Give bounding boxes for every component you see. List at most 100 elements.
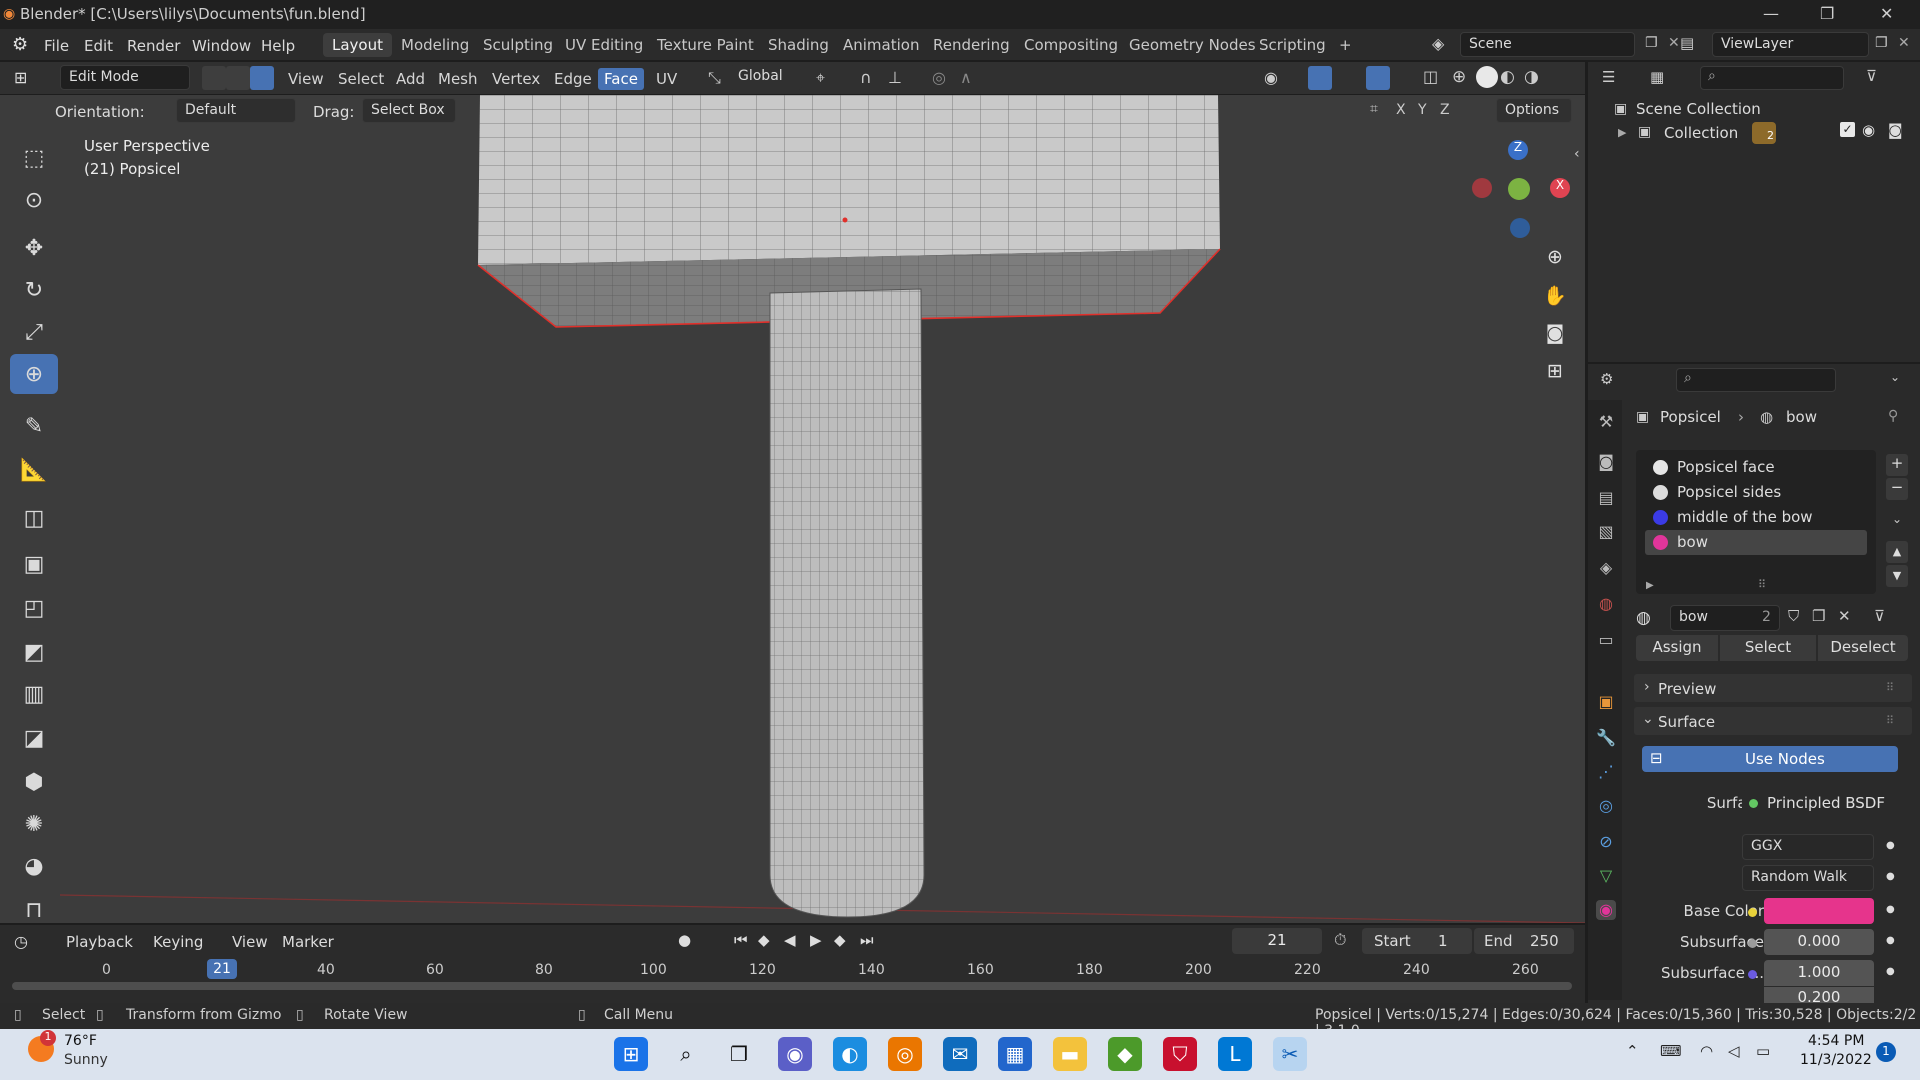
browse-material-icon[interactable]: ◍	[1636, 608, 1651, 628]
menu-add[interactable]: Add	[390, 68, 431, 90]
menu-keying[interactable]: Keying	[153, 933, 203, 951]
perspective-grid-icon[interactable]: ⊞	[1538, 354, 1572, 388]
menu-vertex[interactable]: Vertex	[486, 68, 546, 90]
overlay-toggle-icon[interactable]	[1366, 66, 1390, 90]
extrude-tool-icon[interactable]: ▣	[10, 544, 58, 584]
chevron-down-icon[interactable]: ⌄	[1890, 370, 1900, 384]
scene-field[interactable]: Scene	[1460, 32, 1635, 57]
cursor-tool-icon[interactable]: ⊙	[10, 180, 58, 220]
rotate-tool-icon[interactable]: ↻	[10, 270, 58, 310]
xray-icon[interactable]: ◫	[1423, 67, 1438, 86]
constraints-tab-icon[interactable]: ⊘	[1596, 832, 1616, 852]
menu-edge[interactable]: Edge	[548, 68, 598, 90]
falloff-icon[interactable]: ∧	[960, 68, 972, 87]
timeline-scrollbar[interactable]	[12, 982, 1572, 990]
close-button[interactable]: ✕	[1880, 4, 1893, 23]
collection-label[interactable]: Collection	[1664, 124, 1738, 142]
gizmo-z-icon[interactable]: Z	[1508, 140, 1528, 160]
clock-date[interactable]: 11/3/2022	[1800, 1052, 1872, 1068]
move-slot-down-button[interactable]: ▼	[1886, 565, 1908, 587]
wireframe-shading-icon[interactable]: ⊕	[1452, 67, 1466, 87]
remove-slot-button[interactable]: −	[1886, 478, 1908, 500]
close-icon[interactable]: ✕	[1668, 35, 1680, 51]
start-menu-icon[interactable]: ⊞	[614, 1037, 648, 1071]
minimize-button[interactable]: —	[1763, 4, 1779, 23]
material-slot[interactable]: bow	[1645, 530, 1867, 555]
data-tab-icon[interactable]: ▽	[1596, 866, 1616, 886]
outliner-editor-icon[interactable]: ☰	[1602, 68, 1615, 86]
axis-z-toggle[interactable]: Z	[1440, 102, 1450, 118]
bevel-tool-icon[interactable]: ◩	[10, 632, 58, 672]
physics-tab-icon[interactable]: ◎	[1596, 796, 1616, 816]
menu-help[interactable]: Help	[261, 37, 295, 55]
menu-uv[interactable]: UV	[650, 68, 683, 90]
gizmo-neg-z-icon[interactable]	[1510, 218, 1530, 238]
expand-arrow-icon[interactable]: ▶	[1618, 126, 1626, 139]
snap-target-icon[interactable]: ⊥	[888, 68, 902, 87]
material-slot[interactable]: middle of the bow	[1645, 505, 1867, 530]
add-workspace-button[interactable]: +	[1330, 33, 1361, 57]
notification-badge[interactable]: 1	[1876, 1042, 1896, 1062]
properties-editor-icon[interactable]: ⚙	[1600, 370, 1613, 388]
viewlayer-icon[interactable]: ▤	[1680, 34, 1694, 52]
camera-icon[interactable]: ◙	[1538, 316, 1572, 350]
exclude-checkbox[interactable]: ✓	[1840, 122, 1855, 137]
gizmo-neg-x-icon[interactable]	[1472, 178, 1492, 198]
visibility-icon[interactable]: ◉	[1264, 68, 1278, 87]
maximize-button[interactable]: ❐	[1820, 4, 1834, 23]
transform-orientation-icon[interactable]: ⤡	[708, 68, 721, 88]
menu-face[interactable]: Face	[598, 68, 644, 90]
play-icon[interactable]: ▶	[810, 931, 822, 949]
tab-texture-paint[interactable]: Texture Paint	[648, 33, 763, 57]
rendered-shading-icon[interactable]: ◑	[1524, 67, 1539, 87]
minecraft-icon[interactable]: ◆	[1108, 1037, 1142, 1071]
tab-shading[interactable]: Shading	[759, 33, 838, 57]
axis-y-toggle[interactable]: Y	[1418, 102, 1427, 118]
keyframe-dot-icon[interactable]: ●	[1886, 840, 1895, 851]
keyframe-dot-icon[interactable]: ●	[1886, 904, 1895, 915]
edge-browser-icon[interactable]: ◐	[833, 1037, 867, 1071]
solid-shading-icon[interactable]	[1476, 66, 1498, 88]
menu-timeline-view[interactable]: View	[232, 933, 268, 951]
axis-x-toggle[interactable]: X	[1396, 102, 1406, 118]
tab-layout[interactable]: Layout	[323, 33, 392, 57]
l-app-icon[interactable]: L	[1218, 1037, 1252, 1071]
tab-modeling[interactable]: Modeling	[392, 33, 478, 57]
file-explorer-icon[interactable]: ▬	[1053, 1037, 1087, 1071]
face-select-icon[interactable]	[250, 66, 274, 90]
select-box-tool-icon[interactable]: ⬚	[10, 138, 58, 178]
display-mode-icon[interactable]: ▦	[1650, 68, 1664, 86]
slot-expand-icon[interactable]: ▶	[1646, 580, 1654, 591]
clock-time[interactable]: 4:54 PM	[1808, 1033, 1864, 1049]
tray-overflow-icon[interactable]: ⌃	[1626, 1042, 1639, 1060]
outliner-search-input[interactable]	[1700, 66, 1844, 90]
menu-mesh[interactable]: Mesh	[432, 68, 484, 90]
menu-view[interactable]: View	[282, 68, 330, 90]
tab-scripting[interactable]: Scripting	[1250, 33, 1335, 57]
pan-hand-icon[interactable]: ✋	[1538, 278, 1572, 312]
world-tab-icon[interactable]: ◍	[1596, 594, 1616, 614]
annotate-tool-icon[interactable]: ✎	[10, 406, 58, 446]
drag-handle-icon[interactable]: ⠿	[1886, 681, 1894, 694]
particles-tab-icon[interactable]: ⋰	[1596, 762, 1616, 782]
view-layer-tab-icon[interactable]: ▧	[1596, 522, 1616, 542]
tab-geometry-nodes[interactable]: Geometry Nodes	[1120, 33, 1265, 57]
scene-tab-icon[interactable]: ◈	[1596, 558, 1616, 578]
snipping-tool-icon[interactable]: ✂	[1273, 1037, 1307, 1071]
add-slot-button[interactable]: +	[1886, 454, 1908, 476]
assign-button[interactable]: Assign	[1636, 635, 1718, 661]
scene-icon[interactable]: ◈	[1432, 34, 1444, 53]
gizmo-y-icon[interactable]	[1508, 178, 1530, 200]
volume-icon[interactable]: ◁	[1728, 1042, 1740, 1060]
copy-icon[interactable]: ❐	[1645, 35, 1658, 51]
slot-specials-icon[interactable]: ⌄	[1892, 512, 1902, 526]
snap-icon[interactable]: ∩	[860, 68, 872, 87]
menu-render[interactable]: Render	[127, 37, 180, 55]
distribution-dropdown[interactable]: GGX	[1742, 834, 1874, 860]
keyframe-dot-icon[interactable]: ●	[1886, 871, 1895, 882]
jump-start-icon[interactable]: ⏮	[734, 931, 748, 949]
poly-build-tool-icon[interactable]: ⬢	[10, 762, 58, 802]
properties-search-input[interactable]	[1676, 368, 1836, 392]
chat-icon[interactable]: ◉	[778, 1037, 812, 1071]
battery-icon[interactable]: ▭	[1756, 1042, 1770, 1060]
